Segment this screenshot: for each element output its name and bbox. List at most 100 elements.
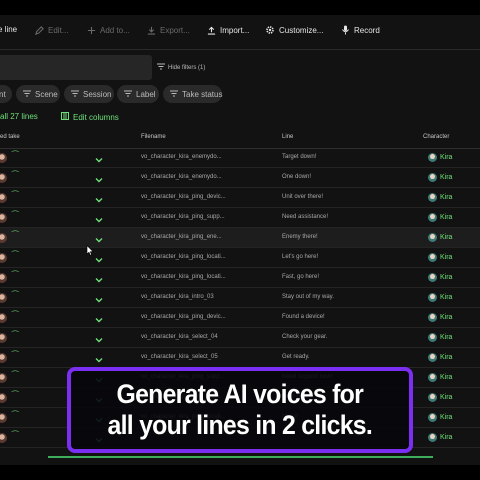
character-avatar <box>428 173 437 182</box>
filter-icon <box>157 63 165 72</box>
export-button[interactable]: Export... <box>146 25 190 35</box>
table-row[interactable]: ⁀ vo_character_kira_ping_devic... Unit ove… <box>0 188 480 208</box>
character-avatar <box>428 333 437 342</box>
line-cell: Need assistance! <box>282 214 329 220</box>
hide-filters-button[interactable]: Hide filters (1) <box>157 63 205 72</box>
character-name: Kira <box>440 374 453 381</box>
filter-chip-take-status[interactable]: Take status <box>163 85 222 103</box>
edit-button[interactable]: Edit... <box>34 25 68 35</box>
table-row[interactable]: ⁀ vo_character_kira_select_05 Get ready. Ki… <box>0 348 480 368</box>
take-avatar <box>0 293 7 303</box>
filename-cell: vo_character_kira_select_04 <box>141 334 218 340</box>
edit-columns-button[interactable]: Edit columns <box>61 112 119 122</box>
character-cell[interactable]: Kira <box>428 253 452 262</box>
take-status-icon: ⁀ <box>12 171 19 180</box>
take-avatar <box>0 433 7 443</box>
column-header-character[interactable]: Character <box>423 134 449 140</box>
chevron-down-icon[interactable] <box>94 292 104 303</box>
character-avatar <box>428 393 437 402</box>
character-cell[interactable]: Kira <box>428 333 452 342</box>
line-cell: Let's go here! <box>282 254 319 260</box>
new-line-label: e line <box>0 25 18 34</box>
table-header: ed take Filename Line Character <box>0 128 480 149</box>
app-window: e line Edit... Add to... Export... Impor… <box>0 15 480 465</box>
promo-caption-line-1: Generate AI voices for <box>116 379 364 409</box>
table-row[interactable]: ⁀ vo_character_kira_enemydo... One down! Ki… <box>0 168 480 188</box>
filter-icon <box>23 90 31 99</box>
character-cell[interactable]: Kira <box>428 173 452 182</box>
character-cell[interactable]: Kira <box>428 413 452 422</box>
filter-chip-label[interactable]: Label <box>117 85 159 103</box>
search-input[interactable] <box>0 55 152 80</box>
character-cell[interactable]: Kira <box>428 233 452 242</box>
new-line-button[interactable]: e line <box>0 25 17 34</box>
character-cell[interactable]: Kira <box>428 153 452 162</box>
character-cell[interactable]: Kira <box>428 313 452 322</box>
column-header-line[interactable]: Line <box>282 134 293 140</box>
chevron-down-icon[interactable] <box>94 312 104 323</box>
table-row[interactable]: ⁀ vo_character_kira_intro_03 Stay out of m… <box>0 288 480 308</box>
chip-label: Session <box>83 89 112 99</box>
character-name: Kira <box>440 334 453 341</box>
table-row[interactable]: ⁀ vo_character_kira_ping_devic... Found a … <box>0 308 480 328</box>
upload-icon <box>206 25 216 35</box>
add-to-button[interactable]: Add to... <box>86 25 130 35</box>
chevron-down-icon[interactable] <box>94 212 104 223</box>
character-avatar <box>428 293 437 302</box>
filter-chip-scene[interactable]: Scene <box>16 85 60 103</box>
character-cell[interactable]: Kira <box>428 213 452 222</box>
character-name: Kira <box>440 214 453 221</box>
line-cell: One down! <box>282 174 312 180</box>
character-avatar <box>428 153 437 162</box>
chevron-down-icon[interactable] <box>94 152 104 163</box>
take-status-icon: ⁀ <box>12 311 19 320</box>
line-cell: Found a device! <box>282 314 325 320</box>
character-name: Kira <box>440 234 453 241</box>
table-row[interactable]: ⁀ vo_character_kira_ping_locati... Fast, g… <box>0 268 480 288</box>
take-avatar <box>0 313 7 323</box>
take-avatar <box>0 393 7 403</box>
download-icon <box>146 25 156 35</box>
column-header-filename[interactable]: Filename <box>141 134 166 140</box>
character-cell[interactable]: Kira <box>428 373 452 382</box>
column-header-take[interactable]: ed take <box>0 134 20 140</box>
record-button[interactable]: Record <box>340 25 380 35</box>
take-status-icon: ⁀ <box>12 251 19 260</box>
chevron-down-icon[interactable] <box>94 192 104 203</box>
character-cell[interactable]: Kira <box>428 393 452 402</box>
chevron-down-icon[interactable] <box>94 332 104 343</box>
filename-cell: vo_character_kira_ping_supp... <box>141 214 225 220</box>
filter-icon <box>170 90 178 99</box>
import-button[interactable]: Import... <box>206 25 249 35</box>
table-row[interactable]: ⁀ vo_character_kira_ping_supp... Need assi… <box>0 208 480 228</box>
filter-chip-session[interactable]: Session <box>64 85 114 103</box>
take-avatar <box>0 373 7 383</box>
chevron-down-icon[interactable] <box>94 352 104 363</box>
character-cell[interactable]: Kira <box>428 353 452 362</box>
character-avatar <box>428 313 437 322</box>
table-row[interactable]: ⁀ vo_character_kira_select_04 Check your g… <box>0 328 480 348</box>
character-cell[interactable]: Kira <box>428 293 452 302</box>
take-status-icon: ⁀ <box>12 231 19 240</box>
character-cell[interactable]: Kira <box>428 273 452 282</box>
character-avatar <box>428 353 437 362</box>
table-row[interactable]: ⁀ vo_character_kira_ping_ene... Enemy ther… <box>0 228 480 248</box>
chevron-down-icon[interactable] <box>94 252 104 263</box>
character-cell[interactable]: Kira <box>428 433 452 442</box>
character-avatar <box>428 433 437 442</box>
chevron-down-icon[interactable] <box>94 172 104 183</box>
chevron-down-icon[interactable] <box>94 272 104 283</box>
table-row[interactable]: ⁀ vo_character_kira_ping_locati... Let's g… <box>0 248 480 268</box>
filter-chip-character[interactable]: nt <box>0 85 12 103</box>
take-avatar <box>0 253 7 263</box>
select-all-link[interactable]: all 27 lines <box>0 112 38 121</box>
customize-button[interactable]: Customize... <box>265 25 323 35</box>
line-cell: Fast, go here! <box>282 274 320 280</box>
character-cell[interactable]: Kira <box>428 193 452 202</box>
take-status-icon: ⁀ <box>12 291 19 300</box>
take-avatar <box>0 233 7 243</box>
table-row[interactable]: ⁀ vo_character_kira_enemydo... Target down… <box>0 148 480 168</box>
filename-cell: vo_character_kira_intro_03 <box>141 294 214 300</box>
chevron-down-icon[interactable] <box>94 232 104 243</box>
take-status-icon: ⁀ <box>12 151 19 160</box>
